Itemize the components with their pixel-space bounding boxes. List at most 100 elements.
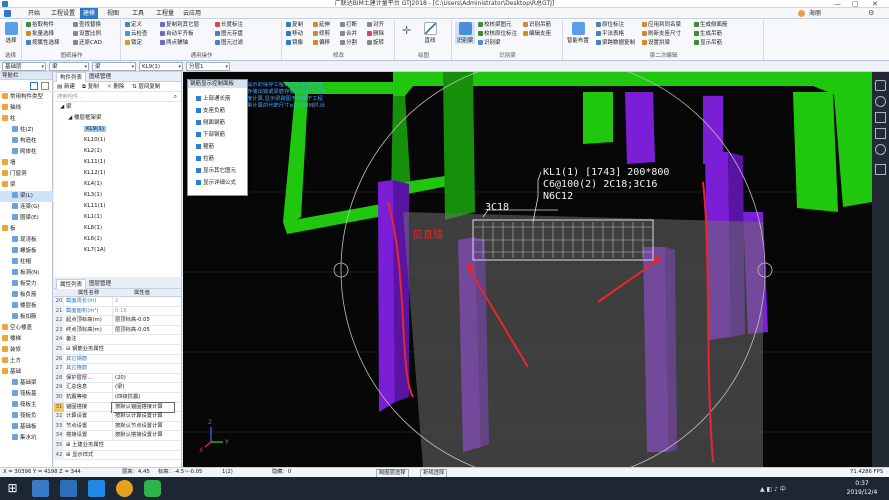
property-row[interactable]: 20 截面周长(m) 2: [54, 297, 180, 307]
tree-group[interactable]: ◢ 楼层框架梁: [54, 113, 181, 124]
list-view-icon[interactable]: [30, 82, 38, 90]
top-rebar-label[interactable]: 3C18: [485, 202, 509, 213]
purple-column-top-a[interactable]: [625, 92, 655, 164]
copy-button[interactable]: ⧉ 复制: [82, 82, 99, 92]
tree-root[interactable]: ◢ 梁: [54, 102, 181, 113]
identify-beam-button[interactable]: 识别梁: [455, 22, 475, 44]
copy-to-floor-button[interactable]: 复制到其它层: [160, 22, 199, 29]
component-list-item[interactable]: KL6(1): [54, 234, 181, 245]
property-row[interactable]: 22 起点顶标高(m) 层顶标高-0.05: [54, 316, 180, 326]
category-select[interactable]: 梁: [49, 62, 89, 71]
rotate-view-icon[interactable]: [875, 144, 886, 155]
property-value[interactable]: 按默认锚固搭接计算: [111, 401, 175, 413]
offset-button[interactable]: 偏移: [313, 40, 330, 47]
nav-item[interactable]: 楼层板: [0, 301, 53, 312]
select-by-attr-button[interactable]: 按属性选择: [26, 40, 60, 47]
nav-item[interactable]: 螺旋板: [0, 246, 53, 257]
nav-item[interactable]: 板: [0, 224, 53, 235]
maximize-button[interactable]: ▢: [852, 0, 859, 8]
nav-item[interactable]: 柱: [0, 114, 53, 125]
define-button[interactable]: 定义: [125, 22, 142, 29]
nav-item[interactable]: 楼梯: [0, 334, 53, 345]
menu-view[interactable]: 视图: [104, 8, 122, 19]
property-row[interactable]: 26 其它钢筋: [54, 354, 180, 365]
green-beam-right-b[interactable]: [833, 82, 872, 207]
nav-item[interactable]: 基础: [0, 367, 53, 378]
nav-item[interactable]: 轴线: [0, 103, 53, 114]
green-beam-stub[interactable]: [405, 176, 448, 194]
nav-item[interactable]: 装修: [0, 345, 53, 356]
type-select[interactable]: 梁: [92, 62, 136, 71]
rebar-checkbox[interactable]: 侧面钢筋: [196, 118, 225, 129]
property-row[interactable]: 30 抗震等级 (四级抗震): [54, 393, 180, 403]
property-value[interactable]: 按默认计算设置计算: [112, 412, 174, 422]
move-button[interactable]: 移动: [286, 31, 303, 38]
nav-item[interactable]: 板洞(N): [0, 268, 53, 279]
menu-cloud[interactable]: 云应用: [180, 8, 204, 19]
component-list-item[interactable]: KL7(1A): [54, 245, 181, 256]
set-arch-beam-button[interactable]: 设置拱梁: [642, 40, 670, 47]
property-value[interactable]: 按默认节点设置计算: [112, 421, 174, 431]
nav-item[interactable]: 砌体柱: [0, 147, 53, 158]
menu-modeling[interactable]: 建模: [80, 8, 99, 19]
check-in-situ-button[interactable]: 校核原位标注: [478, 31, 517, 38]
property-row[interactable]: 25 ⊟ 钢筋业务属性: [54, 345, 180, 355]
quick-access-icon[interactable]: [4, 10, 11, 17]
lock-button[interactable]: 锁定: [125, 40, 142, 47]
cloud-check-button[interactable]: 云检查: [125, 31, 148, 38]
property-row[interactable]: 32 计算设置 按默认计算设置计算: [54, 412, 180, 422]
nav-item[interactable]: 梁: [0, 180, 53, 191]
refresh-support-button[interactable]: 刷新支座尺寸: [642, 31, 681, 38]
pick-component-button[interactable]: 拾取构件: [26, 22, 54, 29]
split-button[interactable]: 分割: [340, 40, 357, 47]
two-point-axis-button[interactable]: 两点辅轴: [160, 40, 188, 47]
property-value[interactable]: 0.16: [112, 306, 174, 316]
green-beam-mid[interactable]: [583, 92, 613, 144]
show-hanger-button[interactable]: 显示吊筋: [694, 40, 722, 47]
nav-item[interactable]: 柱(Z): [0, 125, 53, 136]
smart-layout-button[interactable]: 智能布置: [566, 22, 590, 44]
component-list-item[interactable]: KL1(1): [54, 212, 181, 223]
rebar-checkbox[interactable]: 上部通长筋: [196, 94, 231, 105]
nav-item[interactable]: 空心楼盖: [0, 323, 53, 334]
component-list-item[interactable]: KL11(1): [54, 157, 181, 168]
tab-drawing-management[interactable]: 图纸管理: [86, 72, 114, 82]
menu-start[interactable]: 开始: [25, 8, 43, 19]
batch-select-button[interactable]: 批量选择: [26, 31, 54, 38]
component-search-box[interactable]: 搜索构件... ⌕: [54, 92, 181, 102]
nav-item[interactable]: 板加腋: [0, 312, 53, 323]
rebar-checkbox[interactable]: 显示其它图元: [196, 166, 236, 177]
component-select[interactable]: KL9(1): [139, 62, 183, 71]
view-cube-icon[interactable]: [875, 80, 886, 91]
nav-item[interactable]: 连梁(G): [0, 202, 53, 213]
property-value[interactable]: (20): [112, 373, 174, 383]
nav-item[interactable]: 现浇板: [0, 235, 53, 246]
nav-item[interactable]: 柱帽: [0, 257, 53, 268]
3d-viewport[interactable]: Z Y X KL1(1) [1743] 200*800 C6@100(2) 2C…: [183, 72, 872, 467]
nav-item[interactable]: 土方: [0, 356, 53, 367]
nav-item[interactable]: 梁(L): [0, 191, 53, 202]
property-row[interactable]: 33 节点设置 按默认节点设置计算: [54, 421, 180, 432]
property-row[interactable]: 23 终点顶标高(m) 层顶标高-0.05: [54, 325, 180, 336]
in-situ-mark-button[interactable]: 原位标注: [596, 22, 624, 29]
mirror-button[interactable]: 镜像: [286, 40, 303, 47]
point-icon[interactable]: ✛: [402, 24, 411, 37]
green-beam-diagonal[interactable]: [283, 94, 308, 227]
clock-date[interactable]: 2019/12/4: [842, 489, 882, 496]
menu-tools[interactable]: 工具: [129, 8, 147, 19]
rotate-button[interactable]: 旋转: [367, 40, 384, 47]
nav-item[interactable]: 门窗洞: [0, 169, 53, 180]
merge-button[interactable]: 合并: [340, 31, 357, 38]
property-row[interactable]: 34 搭接设置 按默认搭接设置计算: [54, 431, 180, 441]
set-scale-button[interactable]: 设置比例: [73, 31, 101, 38]
menu-quantities[interactable]: 工程量: [153, 8, 177, 19]
menu-project-settings[interactable]: 工程设置: [48, 8, 78, 19]
select-button[interactable]: 选择: [3, 22, 19, 44]
beam-annotation-line2[interactable]: C6@100(2) 2C18;3C16: [543, 179, 657, 190]
property-row[interactable]: 27 其它箍筋: [54, 364, 180, 374]
user-avatar[interactable]: [798, 10, 805, 17]
identify-hanger-button[interactable]: 识别吊筋: [523, 22, 551, 29]
user-name[interactable]: 海丽: [806, 8, 824, 19]
property-value[interactable]: 2: [112, 297, 174, 306]
gen-hanger-button[interactable]: 生成吊筋: [694, 31, 722, 38]
